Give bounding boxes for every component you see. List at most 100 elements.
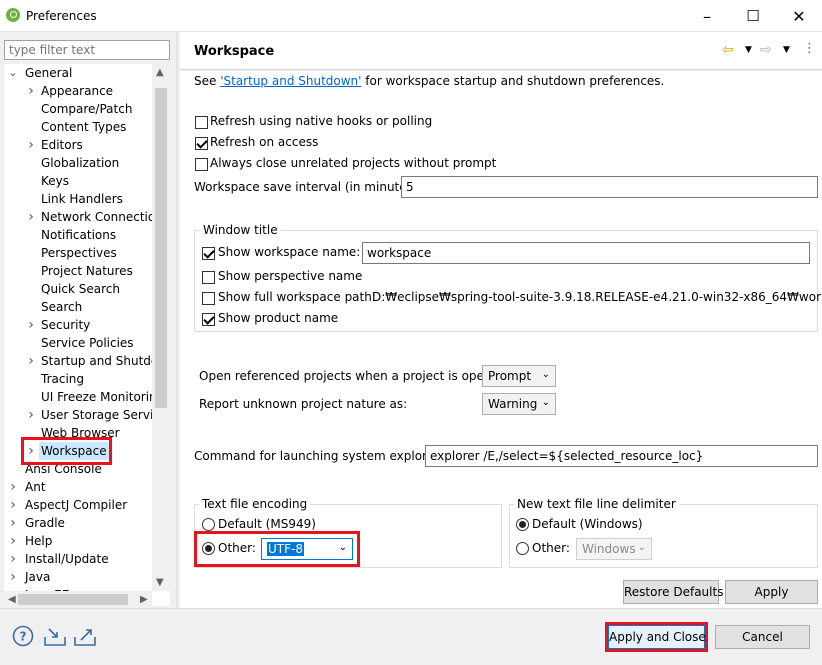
splitter[interactable] [176, 32, 178, 608]
delimiter-default-radio[interactable] [516, 518, 529, 531]
tree-item[interactable]: Link Handlers [4, 190, 154, 208]
tree-item[interactable]: › Install/Update [4, 550, 154, 568]
tree-item[interactable]: › Security [4, 316, 154, 334]
close-button[interactable]: ✕ [776, 0, 822, 32]
chevron-right-icon[interactable]: › [26, 316, 36, 334]
filter-input[interactable] [4, 40, 170, 60]
chevron-right-icon[interactable]: › [26, 352, 36, 370]
export-icon[interactable] [73, 625, 97, 647]
open-referenced-label: Open referenced projects when a project … [199, 369, 511, 383]
refresh-native-label: Refresh using native hooks or polling [210, 114, 433, 128]
tree-item[interactable]: Content Types [4, 118, 154, 136]
minimize-button[interactable]: – [684, 0, 730, 32]
tree-item-label: Service Policies [41, 336, 134, 350]
delimiter-select[interactable]: Windows ⌄ [576, 538, 652, 560]
chevron-down-icon[interactable]: ⌄ [8, 64, 18, 82]
tree-item[interactable]: Perspectives [4, 244, 154, 262]
chevron-down-icon: ⌄ [637, 542, 646, 553]
show-perspective-checkbox[interactable] [202, 271, 215, 284]
chevron-right-icon[interactable]: › [26, 208, 36, 226]
startup-shutdown-link[interactable]: 'Startup and Shutdown' [220, 74, 361, 88]
chevron-down-icon: ⌄ [541, 369, 550, 380]
tree-item[interactable]: › Ant [4, 478, 154, 496]
tree-item[interactable]: Keys [4, 172, 154, 190]
chevron-right-icon[interactable]: › [8, 496, 18, 514]
tree-item[interactable]: › Appearance [4, 82, 154, 100]
tree-item[interactable]: Globalization [4, 154, 154, 172]
spring-logo-icon [6, 8, 20, 22]
back-arrow-icon[interactable]: ⇦ [722, 42, 734, 58]
highlight-box [605, 622, 708, 652]
refresh-access-checkbox[interactable] [195, 137, 208, 150]
refresh-access-label: Refresh on access [210, 135, 319, 149]
save-interval-label: Workspace save interval (in minutes): [194, 180, 422, 194]
tree-item-label: Startup and Shutdown [41, 354, 170, 368]
tree-item[interactable]: › Startup and Shutdown [4, 352, 170, 370]
tree-item-general[interactable]: ⌄ General [4, 64, 154, 82]
open-referenced-select[interactable]: Prompt ⌄ [482, 365, 556, 387]
chevron-right-icon[interactable]: › [26, 136, 36, 154]
chevron-right-icon[interactable]: › [26, 406, 36, 424]
tree-item[interactable]: › Help [4, 532, 154, 550]
tree-item[interactable]: › Gradle [4, 514, 154, 532]
chevron-right-icon[interactable]: › [26, 82, 36, 100]
show-full-path-checkbox[interactable] [202, 292, 215, 305]
maximize-button[interactable]: ☐ [730, 0, 776, 32]
scroll-right-icon[interactable]: ▶ [140, 594, 148, 605]
explorer-command-input[interactable]: explorer /E,/select=${selected_resource_… [425, 445, 818, 467]
tree-item[interactable]: Notifications [4, 226, 154, 244]
show-perspective-label: Show perspective name [218, 269, 363, 283]
tree-item[interactable]: › Network Connections [4, 208, 169, 226]
tree-item[interactable]: › AspectJ Compiler [4, 496, 154, 514]
tree-item[interactable]: Tracing [4, 370, 154, 388]
more-options-icon[interactable]: ⋮ [803, 41, 816, 56]
tree-item-label: Editors [41, 138, 83, 152]
tree-item[interactable]: Project Natures [4, 262, 154, 280]
scrollbar-thumb[interactable] [155, 88, 167, 408]
restore-defaults-button[interactable]: Restore Defaults [623, 580, 723, 604]
encoding-default-radio[interactable] [202, 518, 215, 531]
cancel-button[interactable]: Cancel [715, 625, 810, 649]
chevron-right-icon[interactable]: › [8, 478, 18, 496]
scroll-left-icon[interactable]: ◀ [8, 594, 16, 605]
apply-button[interactable]: Apply [725, 580, 818, 604]
forward-menu-icon[interactable]: ▼ [783, 45, 790, 55]
help-icon[interactable]: ? [12, 625, 34, 647]
tree-item[interactable]: › User Storage Service [4, 406, 167, 424]
report-nature-select[interactable]: Warning ⌄ [482, 393, 556, 415]
window-title: Preferences [26, 9, 97, 23]
tree-item[interactable]: Service Policies [4, 334, 154, 352]
chevron-right-icon[interactable]: › [8, 514, 18, 532]
show-workspace-name-checkbox[interactable] [202, 247, 215, 260]
report-nature-label: Report unknown project nature as: [199, 397, 408, 411]
tree-item[interactable]: › Java [4, 568, 154, 586]
chevron-right-icon[interactable]: › [8, 532, 18, 550]
show-product-checkbox[interactable] [202, 313, 215, 326]
delimiter-other-radio[interactable] [516, 542, 529, 555]
tree-item[interactable]: Search [4, 298, 154, 316]
tree-item-label: Ant [25, 480, 46, 494]
chevron-right-icon[interactable]: › [8, 550, 18, 568]
import-icon[interactable] [43, 625, 67, 647]
tree-item[interactable]: Quick Search [4, 280, 154, 298]
full-path-value: D:₩eclipse₩spring-tool-suite-3.9.18.RELE… [372, 290, 822, 304]
scroll-down-icon[interactable]: ▼ [156, 577, 164, 588]
chevron-right-icon[interactable]: › [8, 568, 18, 586]
workspace-name-input[interactable]: workspace [362, 242, 810, 264]
save-interval-input[interactable]: 5 [401, 176, 818, 198]
tree-item-label: AspectJ Compiler [25, 498, 128, 512]
tree-item-label: Content Types [41, 120, 127, 134]
tree-item[interactable]: UI Freeze Monitoring [4, 388, 164, 406]
back-menu-icon[interactable]: ▼ [745, 45, 752, 55]
intro-text: See 'Startup and Shutdown' for workspace… [194, 74, 665, 88]
refresh-native-checkbox[interactable] [195, 116, 208, 129]
scrollbar-thumb[interactable] [18, 594, 128, 605]
tree-item[interactable]: Compare/Patch [4, 100, 154, 118]
close-unrelated-checkbox[interactable] [195, 158, 208, 171]
delimiter-other-label: Other: [532, 541, 570, 555]
tree-item[interactable]: › Editors [4, 136, 154, 154]
scroll-up-icon[interactable]: ▲ [156, 67, 164, 78]
forward-arrow-icon[interactable]: ⇨ [760, 42, 772, 58]
show-product-label: Show product name [218, 311, 339, 325]
encoding-group-label: Text file encoding [199, 497, 311, 511]
